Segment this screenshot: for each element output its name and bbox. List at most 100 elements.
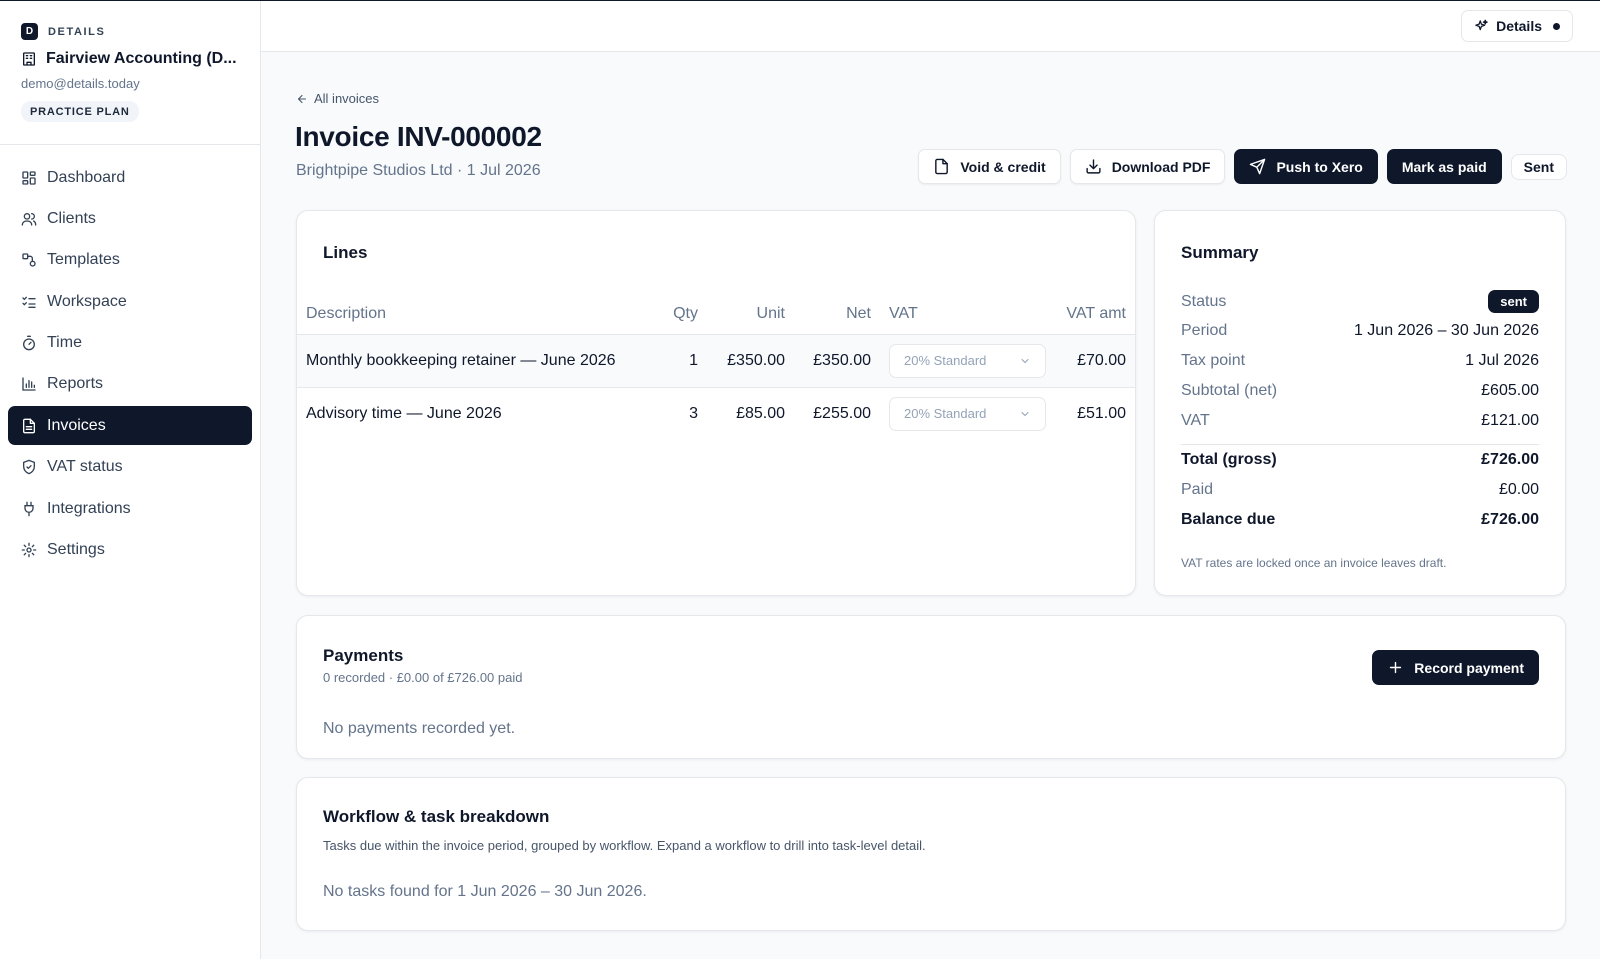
users-icon: [21, 212, 37, 226]
lines-card: Lines Description Qty Unit Net VAT VAT a…: [296, 210, 1136, 596]
summary-vat-row: VAT £121.00: [1181, 412, 1539, 430]
templates-icon: [22, 253, 36, 267]
summary-total-row: Total (gross) £726.00: [1181, 451, 1539, 469]
download-pdf-button[interactable]: Download PDF: [1069, 149, 1226, 184]
sidebar-item-label: Dashboard: [47, 168, 126, 186]
plan-badge: PRACTICE PLAN: [21, 101, 139, 122]
vat-rate-value: 20% Standard: [904, 406, 987, 422]
page-subtitle: Brightpipe Studios Ltd · 1 Jul 2026: [296, 162, 541, 179]
line-qty: 3: [651, 386, 707, 440]
sidebar-item-label: Templates: [47, 251, 120, 269]
workflow-meta: Tasks due within the invoice period, gro…: [323, 838, 926, 853]
brand-logo: D: [21, 23, 38, 40]
lines-table: Description Qty Unit Net VAT VAT amt Mon…: [297, 294, 1135, 440]
sidebar-nav: Dashboard Clients Templates Workspace Ti…: [8, 158, 252, 572]
payments-meta: 0 recorded · £0.00 of £726.00 paid: [323, 670, 523, 685]
top-bar: Details: [261, 1, 1600, 52]
summary-balance-row: Balance due £726.00: [1181, 511, 1539, 529]
sidebar-item-integrations[interactable]: Integrations: [8, 489, 252, 528]
sidebar-item-label: Clients: [47, 209, 96, 227]
col-unit: Unit: [756, 304, 785, 322]
table-row: Advisory time — June 2026 3 £85.00 £255.…: [297, 386, 1135, 440]
summary-value: £121.00: [1481, 412, 1539, 429]
brand-name: DETAILS: [48, 25, 106, 38]
record-payment-label: Record payment: [1414, 659, 1524, 676]
payments-title: Payments: [323, 646, 404, 665]
details-assistant-button[interactable]: Details: [1461, 10, 1573, 42]
sidebar-item-clients[interactable]: Clients: [8, 199, 252, 238]
line-vat-amt: £51.00: [1056, 386, 1135, 440]
building-icon: [23, 52, 35, 66]
summary-value: £726.00: [1481, 511, 1539, 528]
record-payment-button[interactable]: Record payment: [1372, 650, 1539, 685]
push-to-xero-button[interactable]: Push to Xero: [1234, 149, 1378, 184]
sidebar-item-label: VAT status: [47, 458, 123, 476]
summary-status-row: Status sent: [1181, 290, 1539, 313]
line-vat-cell: 20% Standard: [880, 386, 1056, 440]
line-description: Monthly bookkeeping retainer — June 2026: [297, 333, 651, 387]
summary-tax-point-row: Tax point 1 Jul 2026: [1181, 352, 1539, 370]
vat-rate-select[interactable]: 20% Standard: [889, 343, 1046, 378]
summary-value: 1 Jun 2026 – 30 Jun 2026: [1353, 322, 1539, 339]
mark-as-paid-label: Mark as paid: [1401, 158, 1487, 175]
org-switcher[interactable]: Fairview Accounting (D...: [21, 50, 237, 68]
sidebar-item-label: Time: [47, 334, 82, 352]
summary-divider: [1181, 444, 1539, 445]
summary-period-row: Period 1 Jun 2026 – 30 Jun 2026: [1181, 322, 1539, 340]
workflow-empty-state: No tasks found for 1 Jun 2026 – 30 Jun 2…: [323, 883, 647, 900]
sidebar-item-templates[interactable]: Templates: [8, 241, 252, 280]
sidebar-item-dashboard[interactable]: Dashboard: [8, 158, 252, 197]
line-description: Advisory time — June 2026: [297, 386, 651, 440]
sidebar-item-label: Workspace: [47, 292, 127, 310]
chevron-down-icon: [1021, 358, 1029, 363]
summary-label: Subtotal (net): [1181, 382, 1278, 399]
table-row: Monthly bookkeeping retainer — June 2026…: [297, 333, 1135, 387]
sidebar-item-label: Settings: [47, 541, 105, 559]
col-vat: VAT: [889, 304, 918, 322]
sidebar-item-workspace[interactable]: Workspace: [8, 282, 252, 321]
sidebar-item-label: Invoices: [47, 416, 106, 434]
summary-value: £605.00: [1481, 382, 1539, 399]
col-net: Net: [846, 304, 871, 322]
payments-card: Payments 0 recorded · £0.00 of £726.00 p…: [296, 615, 1566, 759]
vat-rate-select[interactable]: 20% Standard: [889, 396, 1046, 431]
arrow-left-icon: [297, 94, 307, 103]
gear-icon: [21, 542, 37, 558]
sidebar-item-time[interactable]: Time: [8, 324, 252, 363]
summary-value: 1 Jul 2026: [1465, 352, 1539, 369]
invoice-status-chip: Sent: [1510, 153, 1567, 180]
mark-as-paid-button[interactable]: Mark as paid: [1386, 149, 1502, 184]
plus-icon: [1390, 661, 1402, 674]
dashboard-icon: [22, 170, 36, 185]
void-credit-label: Void & credit: [960, 158, 1046, 175]
sidebar-item-vat-status[interactable]: VAT status: [8, 448, 252, 487]
sidebar-item-reports[interactable]: Reports: [8, 365, 252, 404]
summary-label: Period: [1181, 322, 1228, 339]
col-qty: Qty: [673, 304, 698, 322]
file-icon: [935, 158, 949, 175]
sparkles-icon: [1475, 19, 1488, 30]
lines-title: Lines: [323, 243, 368, 262]
brand[interactable]: D DETAILS: [21, 23, 105, 40]
download-pdf-label: Download PDF: [1111, 158, 1211, 175]
status-dot-icon: [1553, 22, 1560, 30]
bar-chart-icon: [22, 377, 36, 392]
shield-icon: [23, 459, 35, 475]
summary-value: £0.00: [1498, 481, 1539, 498]
invoice-actions: Void & credit Download PDF Push to Xero …: [918, 149, 1567, 184]
summary-note: VAT rates are locked once an invoice lea…: [1181, 556, 1447, 570]
payments-empty-state: No payments recorded yet.: [323, 720, 516, 737]
sidebar-item-invoices[interactable]: Invoices: [8, 406, 252, 446]
summary-subtotal-row: Subtotal (net) £605.00: [1181, 382, 1539, 400]
table-header-row: Description Qty Unit Net VAT VAT amt: [297, 294, 1135, 334]
org-name: Fairview Accounting (D...: [46, 50, 237, 67]
sidebar-item-label: Reports: [47, 375, 104, 393]
void-credit-button[interactable]: Void & credit: [918, 149, 1061, 184]
sidebar-item-label: Integrations: [47, 499, 131, 517]
line-net: £255.00: [794, 386, 880, 440]
summary-label: Status: [1181, 292, 1227, 310]
sidebar-item-settings[interactable]: Settings: [8, 531, 252, 570]
back-to-invoices-link[interactable]: All invoices: [296, 91, 379, 106]
back-link-label: All invoices: [314, 91, 380, 106]
details-button-label: Details: [1496, 18, 1542, 34]
